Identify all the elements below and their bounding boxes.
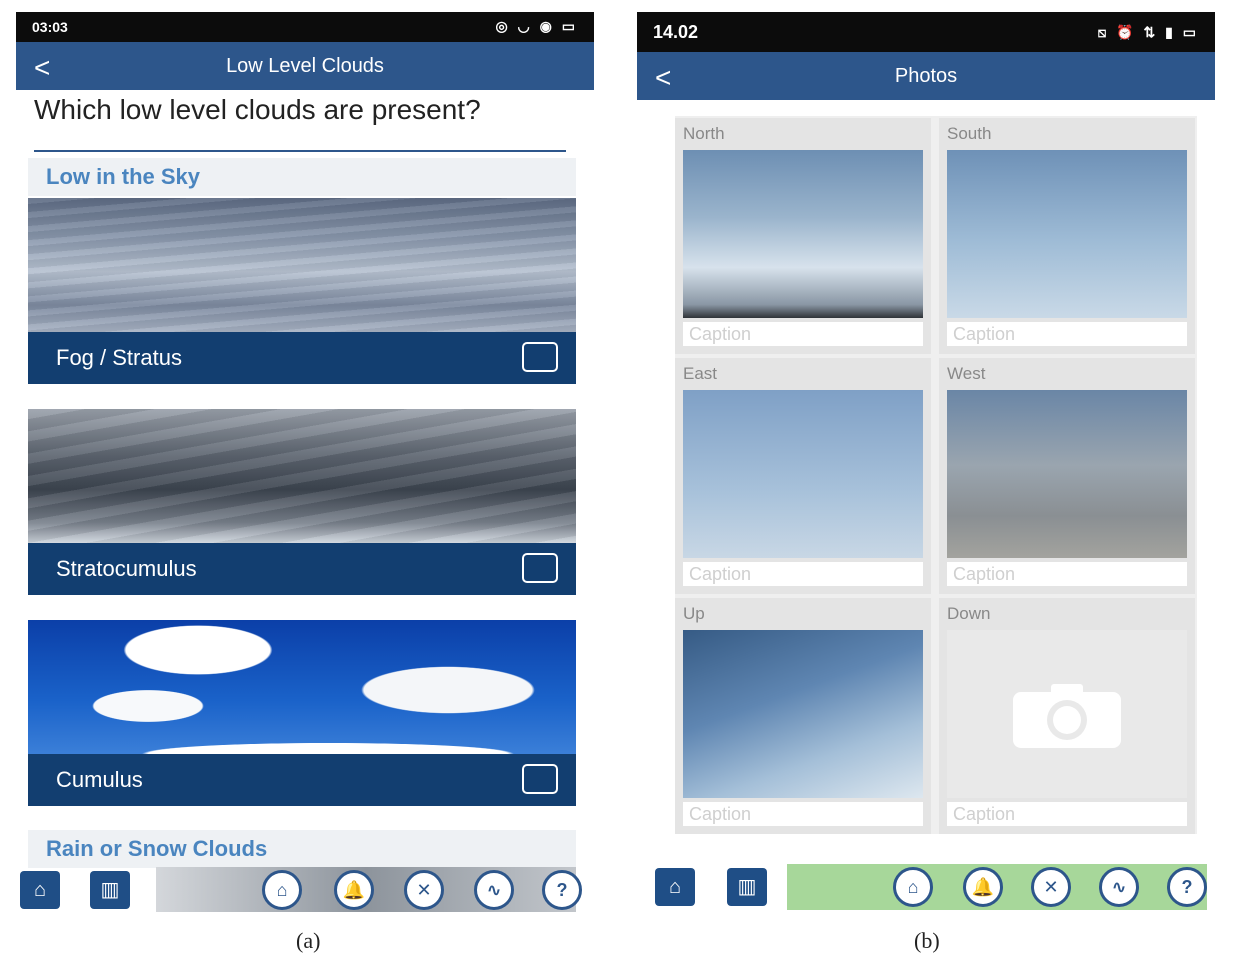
figure-label-a: (a) xyxy=(296,928,321,953)
photo-cell-east[interactable]: East Caption xyxy=(675,358,931,594)
direction-label: North xyxy=(683,124,725,143)
cloud-option-bar: Cumulus xyxy=(28,754,576,806)
cloud-option-label: Cumulus xyxy=(56,767,143,792)
home-button[interactable]: ⌂ xyxy=(20,871,60,909)
caption-input[interactable]: Caption xyxy=(947,322,1187,346)
east-photo[interactable] xyxy=(683,390,923,558)
help-icon[interactable]: ? xyxy=(542,870,582,910)
section-header-rain-snow: Rain or Snow Clouds xyxy=(28,830,576,868)
heading-divider xyxy=(34,150,566,152)
caption-input[interactable]: Caption xyxy=(683,562,923,586)
west-photo[interactable] xyxy=(947,390,1187,558)
empty-photo-slot[interactable] xyxy=(947,630,1187,798)
figure-label-b: (b) xyxy=(914,928,940,953)
direction-label: East xyxy=(683,364,718,383)
direction-label: South xyxy=(947,124,992,143)
question-heading: Which low level clouds are present? xyxy=(34,94,481,125)
satellite-icon[interactable]: ✕ xyxy=(404,870,444,910)
fog-stratus-photo xyxy=(28,198,576,332)
page-title: Low Level Clouds xyxy=(226,55,384,77)
cloud-option-stratocumulus[interactable]: Stratocumulus xyxy=(28,409,576,595)
cloud-option-label: Fog / Stratus xyxy=(56,345,182,370)
status-bar: 03:03 ◎ ◡ ◉ ▭ xyxy=(16,12,594,42)
photo-cell-west[interactable]: West Caption xyxy=(939,358,1195,594)
satellite-icon[interactable]: ✕ xyxy=(1031,867,1071,907)
direction-label: Down xyxy=(947,604,991,623)
stats-button[interactable]: ▥ xyxy=(90,871,130,909)
bell-icon[interactable]: 🔔 xyxy=(334,870,374,910)
link-icon[interactable]: ∿ xyxy=(1099,867,1139,907)
caption-input[interactable]: Caption xyxy=(683,322,923,346)
phone-screen-a: 03:03 ◎ ◡ ◉ ▭ < Low Level Clouds Which l… xyxy=(16,12,594,912)
photo-cell-south[interactable]: South Caption xyxy=(939,118,1195,354)
caption-input[interactable]: Caption xyxy=(947,802,1187,826)
home-button[interactable]: ⌂ xyxy=(655,868,695,906)
stratocumulus-checkbox[interactable] xyxy=(522,553,558,583)
caption-input[interactable]: Caption xyxy=(683,802,923,826)
bottom-toolbar: ⌂ ▥ ⌂ 🔔 ✕ ∿ ? xyxy=(637,864,1215,910)
page-title: Photos xyxy=(894,65,958,87)
cloud-option-fog-stratus[interactable]: Fog / Stratus xyxy=(28,198,576,384)
nav-bar: < Low Level Clouds xyxy=(16,42,594,90)
cloud-option-cumulus[interactable]: Cumulus xyxy=(28,620,576,806)
home-circle-icon[interactable]: ⌂ xyxy=(893,867,933,907)
south-photo[interactable] xyxy=(947,150,1187,318)
status-icons: ◎ ◡ ◉ ▭ xyxy=(495,18,578,34)
direction-label: West xyxy=(947,364,986,383)
stats-button[interactable]: ▥ xyxy=(727,868,767,906)
nav-bar: < Photos xyxy=(637,52,1215,100)
up-photo[interactable] xyxy=(683,630,923,798)
photo-cell-north[interactable]: North Caption xyxy=(675,118,931,354)
link-icon[interactable]: ∿ xyxy=(474,870,514,910)
bottom-toolbar: ⌂ ▥ ⌂ 🔔 ✕ ∿ ? xyxy=(16,867,594,912)
cloud-option-bar: Fog / Stratus xyxy=(28,332,576,384)
home-circle-icon[interactable]: ⌂ xyxy=(262,870,302,910)
photo-cell-up[interactable]: Up Caption xyxy=(675,598,931,834)
caption-input[interactable]: Caption xyxy=(947,562,1187,586)
camera-icon xyxy=(1013,684,1121,748)
status-time: 14.02 xyxy=(653,22,699,42)
cumulus-photo xyxy=(28,620,576,754)
section-header-low: Low in the Sky xyxy=(28,158,576,196)
status-icons: ⧅ ⏰ ⇅ ▮ ▭ xyxy=(1097,24,1199,40)
status-time: 03:03 xyxy=(32,19,68,35)
cumulus-checkbox[interactable] xyxy=(522,764,558,794)
back-chevron-icon[interactable]: < xyxy=(655,54,671,102)
phone-screen-b: 14.02 ⧅ ⏰ ⇅ ▮ ▭ < Photos North Caption S… xyxy=(637,12,1215,912)
photo-cell-down[interactable]: Down Caption xyxy=(939,598,1195,834)
direction-label: Up xyxy=(683,604,705,623)
help-icon[interactable]: ? xyxy=(1167,867,1207,907)
bell-icon[interactable]: 🔔 xyxy=(963,867,1003,907)
stratocumulus-photo xyxy=(28,409,576,543)
status-bar: 14.02 ⧅ ⏰ ⇅ ▮ ▭ xyxy=(637,12,1215,52)
back-chevron-icon[interactable]: < xyxy=(34,44,50,92)
cloud-option-label: Stratocumulus xyxy=(56,556,197,581)
fog-stratus-checkbox[interactable] xyxy=(522,342,558,372)
cloud-option-bar: Stratocumulus xyxy=(28,543,576,595)
north-photo[interactable] xyxy=(683,150,923,318)
